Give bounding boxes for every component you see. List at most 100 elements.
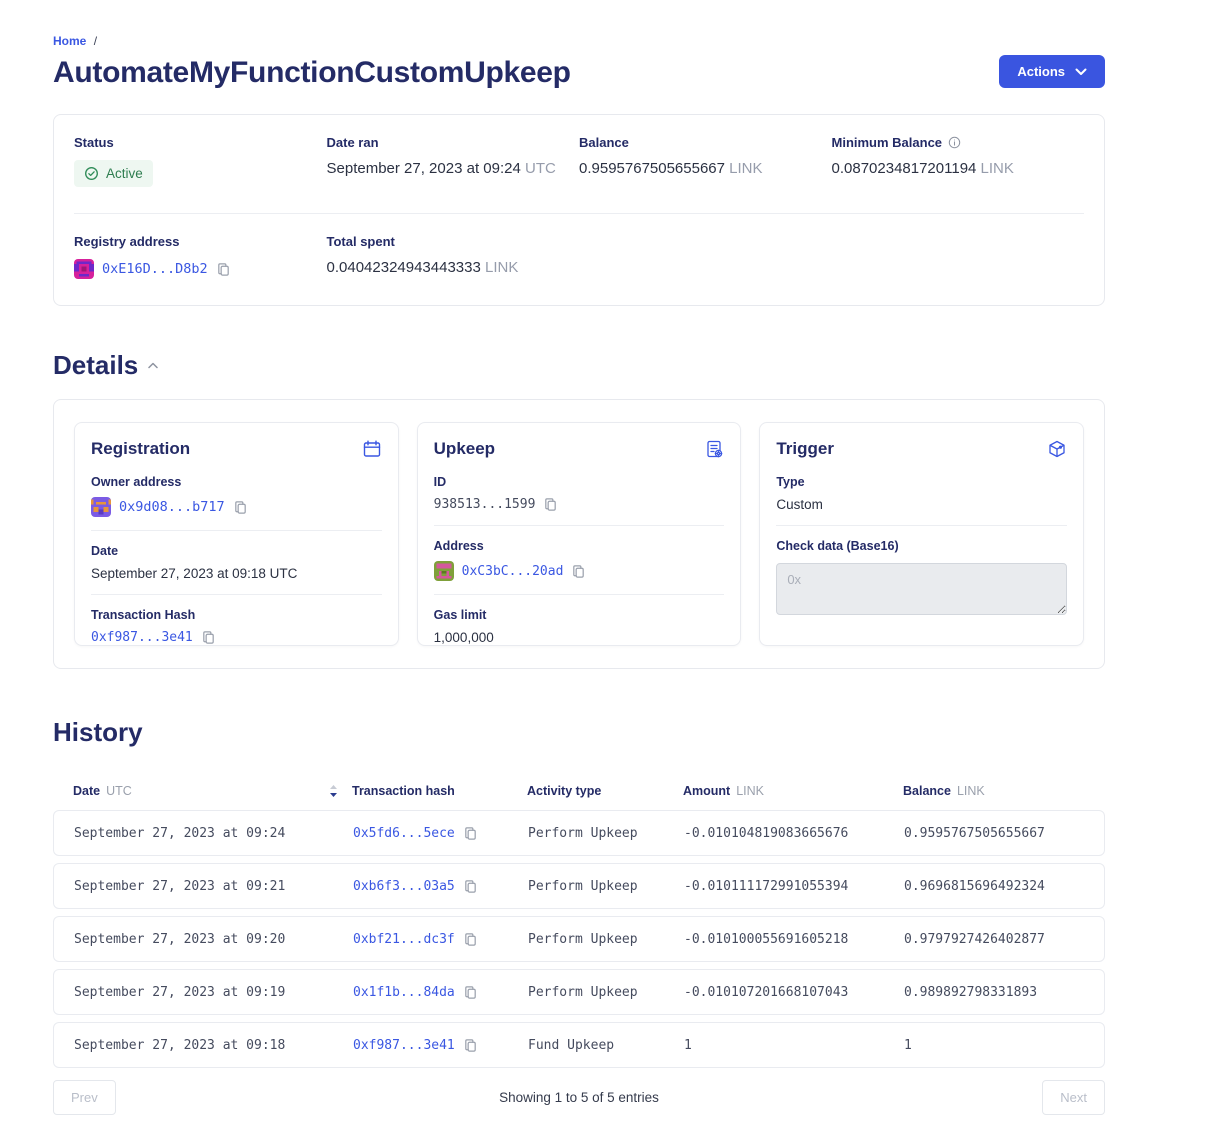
history-row: September 27, 2023 at 09:20 0xbf21...dc3… [53,916,1105,962]
info-icon[interactable] [948,136,961,149]
copy-icon[interactable] [463,1038,478,1053]
total-spent-value: 0.04042324943443333 [327,259,481,276]
row-amount: -0.010104819083665676 [684,826,904,841]
min-balance-field: Minimum Balance 0.0870234817201194 LINK [832,135,1085,187]
balance-field: Balance 0.9595767505655667 LINK [579,135,832,187]
row-tx-link[interactable]: 0x5fd6...5ece [353,826,455,841]
copy-icon[interactable] [571,564,586,579]
owner-address-label: Owner address [91,475,382,489]
min-balance-label: Minimum Balance [832,135,943,150]
prev-button[interactable]: Prev [53,1080,116,1115]
date-column-label: Date [73,784,100,798]
row-tx-link[interactable]: 0xf987...3e41 [353,1038,455,1053]
cube-icon [1047,439,1067,459]
details-heading: Details [53,350,138,381]
total-spent-label: Total spent [327,234,580,249]
row-amount: -0.010107201668107043 [684,985,904,1000]
registry-label: Registry address [74,234,327,249]
next-button[interactable]: Next [1042,1080,1105,1115]
copy-icon[interactable] [216,262,231,277]
registration-tx-link[interactable]: 0xf987...3e41 [91,630,193,645]
row-activity: Perform Upkeep [528,985,684,1000]
upkeep-id-label: ID [434,475,725,489]
row-date: September 27, 2023 at 09:21 [74,879,353,894]
copy-icon[interactable] [463,826,478,841]
document-gear-icon [704,439,724,459]
registry-field: Registry address 0xE16D...D8b2 [74,234,327,279]
row-date: September 27, 2023 at 09:24 [74,826,353,841]
copy-icon[interactable] [463,879,478,894]
trigger-card: Trigger Type Custom Check data (Base16) [759,422,1084,646]
registry-address-link[interactable]: 0xE16D...D8b2 [102,261,208,277]
registry-identicon [74,259,94,279]
row-date: September 27, 2023 at 09:18 [74,1038,353,1053]
page-title: AutomateMyFunctionCustomUpkeep [53,56,571,90]
chevron-up-icon[interactable] [148,362,158,369]
row-amount: -0.010111172991055394 [684,879,904,894]
row-tx-link[interactable]: 0xb6f3...03a5 [353,879,455,894]
owner-identicon [91,497,111,517]
registration-tx-label: Transaction Hash [91,608,382,622]
row-activity: Perform Upkeep [528,826,684,841]
details-card: Registration Owner address 0x9d08...b717… [53,399,1105,669]
upkeep-address-link[interactable]: 0xC3bC...20ad [462,564,564,579]
upkeep-address-identicon [434,561,454,581]
upkeep-id-value: 938513...1599 [434,497,536,512]
row-balance: 1 [904,1038,1084,1053]
calendar-icon [362,439,382,459]
check-circle-icon [84,166,99,181]
breadcrumb-separator: / [94,34,97,48]
history-row: September 27, 2023 at 09:24 0x5fd6...5ec… [53,810,1105,856]
column-header-activity: Activity type [527,784,683,798]
gas-limit-value: 1,000,000 [434,630,725,645]
balance-label: Balance [579,135,832,150]
breadcrumb-home-link[interactable]: Home [53,34,86,48]
pagination: Prev Showing 1 to 5 of 5 entries Next [53,1080,1105,1125]
date-ran-field: Date ran September 27, 2023 at 09:24 UTC [327,135,580,187]
copy-icon[interactable] [201,630,216,645]
check-data-textarea [776,563,1067,615]
row-activity: Perform Upkeep [528,879,684,894]
min-balance-suffix: LINK [981,160,1014,177]
upkeep-card: Upkeep ID 938513...1599 Address 0xC3bC..… [417,422,742,646]
registration-date-label: Date [91,544,382,558]
row-tx-link[interactable]: 0x1f1b...84da [353,985,455,1000]
row-balance: 0.989892798331893 [904,985,1084,1000]
owner-address-link[interactable]: 0x9d08...b717 [119,499,225,515]
upkeep-page: Home / AutomateMyFunctionCustomUpkeep Ac… [53,0,1105,1125]
history-table-header: Date UTC Transaction hash Activity type … [53,784,1105,798]
copy-icon[interactable] [463,985,478,1000]
row-date: September 27, 2023 at 09:19 [74,985,353,1000]
date-ran-suffix: UTC [525,160,556,177]
history-row: September 27, 2023 at 09:18 0xf987...3e4… [53,1022,1105,1068]
row-activity: Fund Upkeep [528,1038,684,1053]
status-value: Active [106,166,143,181]
row-date: September 27, 2023 at 09:20 [74,932,353,947]
balance-value: 0.9595767505655667 [579,160,725,177]
status-badge: Active [74,160,153,187]
copy-icon[interactable] [233,500,248,515]
status-field: Status Active [74,135,327,187]
history-row: September 27, 2023 at 09:21 0xb6f3...03a… [53,863,1105,909]
history-rows: September 27, 2023 at 09:24 0x5fd6...5ec… [53,810,1105,1068]
date-column-suffix: UTC [106,784,132,798]
row-balance: 0.9595767505655667 [904,826,1084,841]
sort-icon[interactable] [329,784,338,798]
overview-card: Status Active Date ran September 27, 202… [53,114,1105,306]
total-spent-suffix: LINK [485,259,518,276]
row-tx-link[interactable]: 0xbf21...dc3f [353,932,455,947]
row-balance: 0.9696815696492324 [904,879,1084,894]
total-spent-field: Total spent 0.04042324943443333 LINK [327,234,580,279]
column-header-hash: Transaction hash [352,784,527,798]
column-header-amount: Amount LINK [683,784,903,798]
history-row: September 27, 2023 at 09:19 0x1f1b...84d… [53,969,1105,1015]
gas-limit-label: Gas limit [434,608,725,622]
row-amount: 1 [684,1038,904,1053]
copy-icon[interactable] [463,932,478,947]
column-header-balance: Balance LINK [903,784,1085,798]
check-data-label: Check data (Base16) [776,539,1067,553]
breadcrumb: Home / [53,34,571,48]
actions-button[interactable]: Actions [999,55,1105,88]
copy-icon[interactable] [543,497,558,512]
min-balance-value: 0.0870234817201194 [832,160,977,177]
